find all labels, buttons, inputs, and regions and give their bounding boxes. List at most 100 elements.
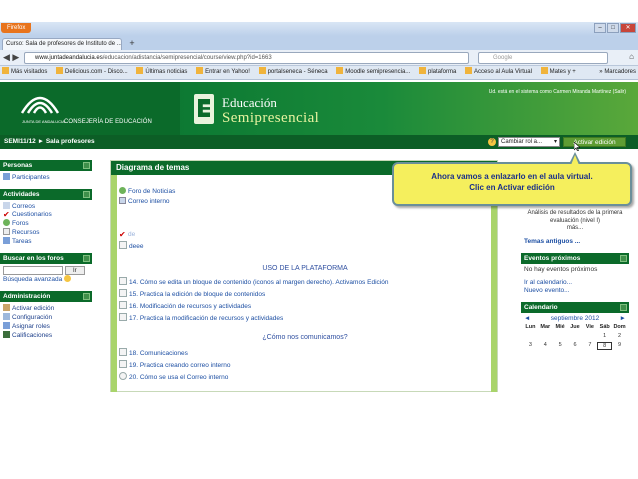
firefox-menu-button[interactable]: Firefox [1, 23, 32, 33]
calendar-day-header: Mié [555, 324, 565, 330]
topic-link[interactable]: 18. Comunicaciones [119, 348, 188, 359]
bookmark-item[interactable]: plataforma [418, 66, 456, 79]
calendar-day[interactable]: 1 [597, 333, 612, 339]
tab-strip: Curso: Sala de profesores de Instituto d… [0, 36, 638, 50]
role-select[interactable]: Cambiar rol a... [498, 137, 560, 147]
activate-edit-button[interactable]: Activar edición [563, 137, 626, 147]
resource-link-deee[interactable]: deee [119, 241, 143, 252]
admin-link-settings[interactable]: Configuración [3, 313, 89, 322]
url-domain: www.juntadeandalucia.es [35, 55, 103, 61]
admin-link-roles[interactable]: Asignar roles [3, 322, 89, 331]
prev-month-icon[interactable]: ◄ [524, 315, 530, 322]
close-icon[interactable]: ✕ [620, 23, 636, 33]
document-icon [119, 313, 127, 321]
calendar-day [523, 333, 538, 339]
navigation-bar: ◀ ▶ www.juntadeandalucia.es/educacion/ad… [0, 50, 638, 66]
more-link[interactable]: más... [567, 225, 583, 231]
actividades-block: Actividades Correos ✔ Cuestionarios Foros… [0, 189, 92, 248]
topic-link[interactable]: 14. Cómo se edita un bloque de contenido… [119, 277, 388, 288]
calendar-day[interactable]: 5 [553, 342, 568, 350]
new-event-link[interactable]: Nuevo evento... [524, 287, 626, 295]
admin-link-edit[interactable]: Activar edición [3, 304, 89, 313]
back-forward-icon[interactable]: ◀ ▶ [3, 52, 19, 63]
old-topics-link[interactable]: Temas antiguos ... [521, 236, 629, 248]
topic-link[interactable]: 20. Cómo se usa el Correo interno [119, 372, 228, 383]
calendar-day [568, 333, 583, 339]
internal-mail-link[interactable]: Correo interno [119, 197, 170, 207]
collapse-icon[interactable] [83, 191, 90, 198]
block-header: Eventos próximos [521, 253, 629, 264]
bookmark-item[interactable]: Más visitados [2, 66, 47, 79]
bookmark-item[interactable]: Entrar en Yahoo! [196, 66, 250, 79]
checkmark-icon: ✔ [3, 210, 10, 219]
calendar-block: Calendario ◄ septiembre 2012 ► Lun Mar Mié… [521, 302, 629, 350]
go-to-calendar-link[interactable]: Ir al calendario... [524, 279, 626, 287]
calendar-day[interactable]: 8 [597, 342, 613, 350]
pencil-icon [3, 304, 10, 312]
next-month-icon[interactable]: ► [620, 315, 626, 322]
breadcrumb[interactable]: SEMI11/12 ► Sala profesores [4, 138, 95, 145]
minimize-icon[interactable]: – [594, 23, 606, 33]
forum-news-link[interactable]: Foro de Noticias [119, 187, 175, 197]
bookmark-item[interactable]: Mates y + [540, 66, 576, 79]
collapse-icon[interactable] [83, 255, 90, 262]
new-tab-icon[interactable]: + [126, 38, 138, 49]
bookmark-item[interactable]: Acceso al Aula Virtual [465, 66, 532, 79]
advanced-search-link[interactable]: Búsqueda avanzada [3, 275, 89, 284]
activity-link-foros[interactable]: Foros [3, 219, 89, 228]
activity-link-correos[interactable]: Correos [3, 202, 89, 211]
url-bar[interactable]: www.juntadeandalucia.es/educacion/adista… [24, 52, 469, 64]
bookmark-item[interactable]: Moodle semipresencia... [336, 66, 410, 79]
home-icon[interactable]: ⌂ [629, 52, 634, 61]
topic-link[interactable]: 17. Practica la modificación de recursos… [119, 313, 283, 324]
calendar-day[interactable]: 4 [538, 342, 553, 350]
section-strip-left [111, 175, 117, 392]
media-icon [119, 372, 127, 380]
activity-link-cuestionarios[interactable]: ✔ Cuestionarios [3, 211, 89, 219]
logo-text: CONSEJERÍA DE EDUCACIÓN [64, 119, 152, 125]
browser-tab[interactable]: Curso: Sala de profesores de Instituto d… [2, 38, 122, 50]
forum-search-button[interactable]: Ir [64, 266, 85, 275]
calendar-day[interactable]: 3 [523, 342, 538, 350]
calendar-grid: Lun Mar Mié Jue Vie Sáb Dom 1 2 3 4 5 6 7 8 9 [521, 324, 629, 350]
maximize-icon[interactable]: □ [607, 23, 619, 33]
block-header: Buscar en los foros [0, 253, 92, 264]
topic-link[interactable]: 19. Practica creando correo interno [119, 360, 231, 371]
user-login-info[interactable]: Ud. está en el sistema como Carmen Miran… [489, 89, 626, 95]
admin-link-grades[interactable]: Calificaciones [3, 331, 89, 340]
calendar-day[interactable]: 6 [568, 342, 583, 350]
site-subtitle: Semipresencial [222, 110, 320, 126]
quiz-link-de[interactable]: ✔ de [119, 231, 135, 240]
bookmarks-menu[interactable]: » Marcadores [596, 66, 636, 79]
forum-icon [119, 187, 126, 194]
bookmark-item[interactable]: Últimas noticias [136, 66, 187, 79]
block-header: Actividades [0, 189, 92, 200]
calendar-day[interactable]: 7 [582, 342, 597, 350]
activity-link-recursos[interactable]: Recursos [3, 228, 89, 237]
participants-link[interactable]: Participantes [3, 173, 89, 182]
calendar-day[interactable]: 2 [612, 333, 627, 339]
bookmark-item[interactable]: portalseneca - Séneca [258, 66, 328, 79]
topic-link[interactable]: 15. Practica la edición de bloque de con… [119, 289, 265, 300]
upcoming-events-block: Eventos próximos No hay eventos próximos… [521, 253, 629, 297]
collapse-icon[interactable] [83, 293, 90, 301]
collapse-icon[interactable] [620, 255, 627, 262]
activity-link-tareas[interactable]: Tareas [3, 237, 89, 246]
help-icon[interactable] [64, 275, 72, 283]
bookmark-item[interactable]: Delicious.com - Disco... [56, 66, 128, 79]
document-icon [119, 360, 127, 368]
forum-search-input[interactable] [3, 266, 63, 275]
settings-icon [3, 313, 10, 321]
people-icon [3, 173, 10, 180]
search-input[interactable]: Google [478, 52, 608, 64]
document-icon [119, 277, 127, 285]
mail-icon [119, 197, 126, 204]
calendar-day[interactable]: 9 [612, 342, 627, 350]
logo-block: JUNTA DE ANDALUCIA CONSEJERÍA DE EDUCACI… [0, 82, 180, 135]
help-icon[interactable]: ? [488, 138, 496, 146]
callout-line-1: Ahora vamos a enlazarlo en el aula virtu… [431, 172, 593, 181]
mouse-cursor-icon [574, 142, 580, 151]
collapse-icon[interactable] [620, 304, 627, 311]
collapse-icon[interactable] [83, 162, 90, 169]
topic-link[interactable]: 16. Modificación de recursos y actividad… [119, 301, 251, 312]
